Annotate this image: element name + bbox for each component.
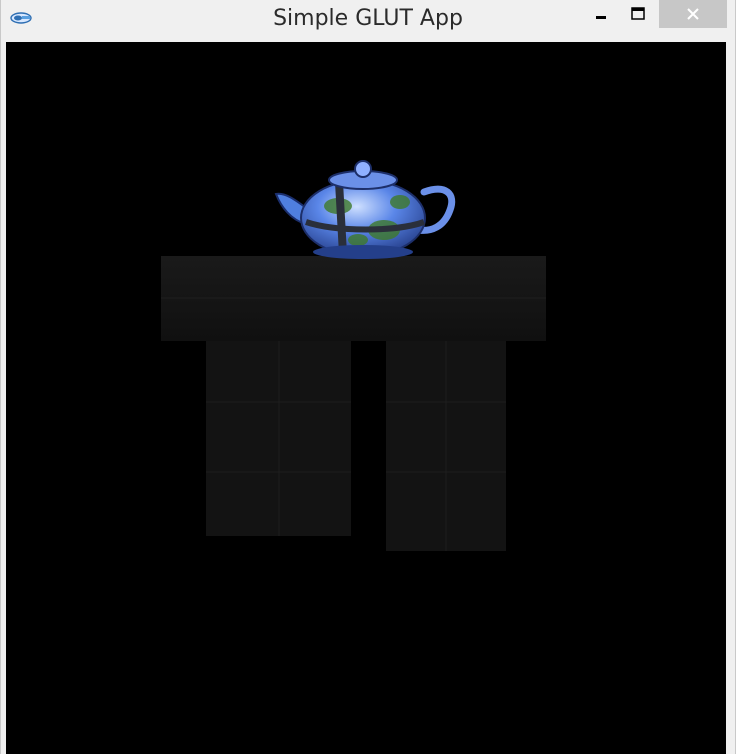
minimize-icon: [596, 16, 606, 19]
close-button[interactable]: [659, 0, 727, 28]
close-icon: [687, 8, 699, 20]
teapot-3d: [274, 160, 456, 259]
maximize-icon: [631, 7, 645, 20]
glut-render-area[interactable]: [6, 42, 726, 754]
minimize-button[interactable]: [584, 0, 618, 28]
app-window: Simple GLUT App: [0, 0, 736, 754]
title-bar[interactable]: Simple GLUT App: [1, 0, 735, 40]
maximize-button[interactable]: [621, 0, 655, 28]
table-3d: [161, 256, 546, 551]
